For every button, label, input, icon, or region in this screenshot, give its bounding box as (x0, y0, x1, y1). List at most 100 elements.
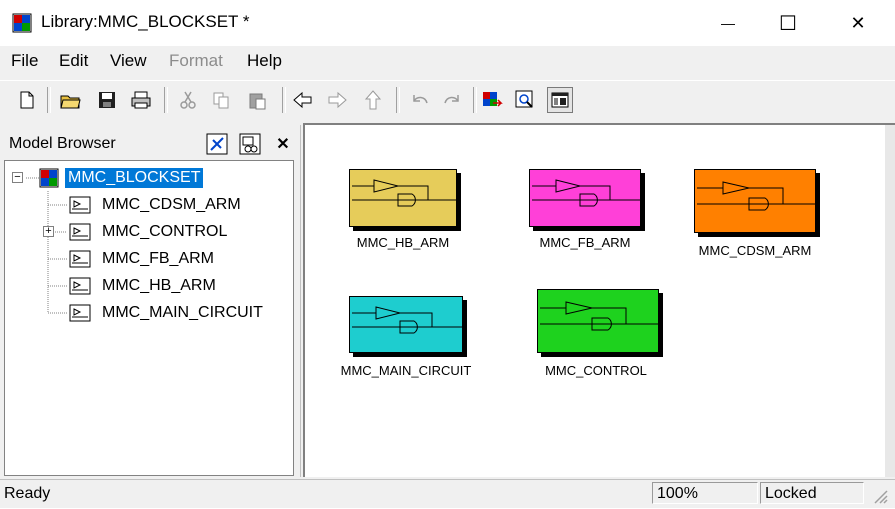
close-window-button[interactable]: ✕ (828, 0, 888, 46)
redo-button[interactable] (440, 87, 466, 113)
library-canvas[interactable]: MMC_HB_ARM MMC_FB_ARM MMC_CDSM_ARM MMC_M… (303, 123, 895, 477)
maximize-icon: ☐ (779, 12, 797, 35)
library-browser-icon (483, 92, 503, 107)
redo-icon (444, 95, 459, 104)
close-model-browser-button[interactable]: ✕ (269, 130, 297, 158)
subsystem-icon (69, 304, 91, 322)
subsystem-icon (69, 223, 91, 241)
forward-button[interactable] (324, 87, 350, 113)
tree-child-label: MMC_MAIN_CIRCUIT (102, 304, 263, 321)
back-button[interactable] (290, 87, 316, 113)
model-browser-toggle-button[interactable] (547, 87, 573, 113)
close-icon: ✕ (276, 136, 290, 153)
subsystem-icon (69, 196, 91, 214)
tree-item-child[interactable]: MMC_HB_ARM (69, 275, 219, 297)
save-disk-icon (99, 92, 115, 108)
block-label: MMC_FB_ARM (539, 235, 631, 250)
arrow-up-icon (364, 90, 382, 110)
toolbar-separator (473, 87, 477, 113)
menu-bar: File Edit View Format Help (0, 46, 895, 76)
model-tree: − MMC_BLOCKSET MMC_CDSM_ARM + MMC_CONTRO… (4, 160, 294, 476)
block-label: MMC_MAIN_CIRCUIT (340, 363, 472, 378)
subsystem-symbol-icon (532, 179, 640, 207)
tree-item-child[interactable]: MMC_MAIN_CIRCUIT (69, 302, 266, 324)
show-masked-subsystems-button[interactable] (236, 130, 264, 158)
printer-icon (131, 91, 151, 109)
model-browser-icon (551, 92, 569, 108)
toolbar-separator (164, 87, 168, 113)
subsystem-symbol-icon (352, 179, 456, 207)
up-button[interactable] (360, 87, 386, 113)
menu-help[interactable]: Help (247, 51, 282, 71)
toolbar-separator (396, 87, 400, 113)
application-window: Library:MMC_BLOCKSET * — ☐ ✕ File Edit V… (0, 0, 895, 508)
paste-button[interactable] (244, 87, 270, 113)
tree-item-root[interactable]: MMC_BLOCKSET (39, 167, 204, 189)
lock-status: Locked (760, 482, 864, 504)
model-browser-pane: Model Browser ✕ − MMC_BLOCKSET MMC_CDSM_… (0, 125, 301, 477)
copy-button[interactable] (208, 87, 234, 113)
tree-item-child[interactable]: MMC_CONTROL (69, 221, 230, 243)
toolbar (0, 80, 895, 119)
zoom-level: 100% (652, 482, 758, 504)
tree-item-child[interactable]: MMC_CDSM_ARM (69, 194, 244, 216)
block-body (694, 169, 816, 233)
arrow-right-icon (328, 91, 347, 109)
maximize-button[interactable]: ☐ (758, 0, 818, 46)
open-folder-icon (60, 95, 81, 109)
block-body (349, 169, 457, 227)
tree-child-label: MMC_CONTROL (102, 223, 228, 240)
block-label: MMC_CONTROL (545, 363, 647, 378)
block-body (529, 169, 641, 227)
block-label: MMC_CDSM_ARM (698, 243, 812, 258)
resize-grip-icon[interactable] (872, 488, 888, 509)
tree-child-label: MMC_CDSM_ARM (102, 196, 241, 213)
collapse-root-toggle[interactable]: − (12, 172, 23, 183)
library-browser-button[interactable] (479, 87, 505, 113)
open-button[interactable] (58, 87, 84, 113)
new-file-icon (20, 91, 34, 109)
subsystem-icon (69, 277, 91, 295)
minimize-button[interactable]: — (698, 0, 758, 46)
expand-control-toggle[interactable]: + (43, 226, 54, 237)
new-button[interactable] (14, 87, 40, 113)
status-bar: Ready 100% Locked (0, 479, 895, 508)
subsystem-icon (69, 250, 91, 268)
print-button[interactable] (128, 87, 154, 113)
paste-clipboard-icon (249, 93, 266, 110)
tree-child-label: MMC_HB_ARM (102, 277, 216, 294)
close-icon: ✕ (850, 12, 866, 33)
block-label: MMC_HB_ARM (356, 235, 450, 250)
toolbar-separator (282, 87, 286, 113)
title-bar: Library:MMC_BLOCKSET * — ☐ ✕ (0, 0, 895, 46)
library-links-icon (206, 133, 228, 155)
minimize-icon: — (721, 15, 735, 31)
status-text: Ready (4, 485, 51, 502)
undo-button[interactable] (406, 87, 432, 113)
menu-edit[interactable]: Edit (59, 51, 88, 71)
menu-view[interactable]: View (110, 51, 147, 71)
save-button[interactable] (94, 87, 120, 113)
copy-icon (213, 92, 229, 109)
window-title: Library:MMC_BLOCKSET * (41, 12, 250, 31)
model-browser-title: Model Browser (9, 135, 116, 152)
block-body (537, 289, 659, 353)
undo-icon (413, 95, 428, 104)
scissors-icon (180, 91, 196, 109)
tree-root-label: MMC_BLOCKSET (65, 168, 204, 188)
show-library-links-button[interactable] (203, 130, 231, 158)
model-explorer-icon (515, 90, 533, 108)
menu-format[interactable]: Format (169, 51, 223, 71)
menu-file[interactable]: File (11, 51, 38, 71)
subsystem-symbol-icon (352, 306, 462, 334)
arrow-left-icon (293, 91, 312, 109)
tree-item-child[interactable]: MMC_FB_ARM (69, 248, 217, 270)
model-explorer-button[interactable] (512, 87, 538, 113)
masked-subsystems-icon (239, 133, 261, 155)
block-body (349, 296, 463, 353)
subsystem-symbol-icon (697, 181, 815, 211)
tree-child-label: MMC_FB_ARM (102, 250, 215, 267)
cut-button[interactable] (175, 87, 201, 113)
library-icon (39, 168, 59, 188)
vertical-scrollbar[interactable] (885, 125, 895, 477)
